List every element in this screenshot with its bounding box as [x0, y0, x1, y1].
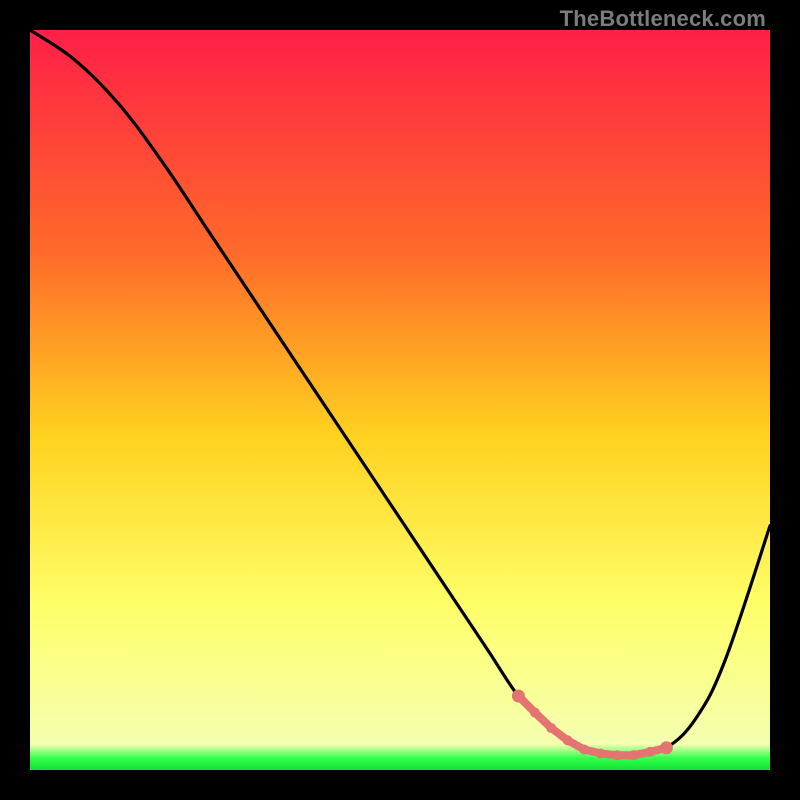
- optimal-range-marker: [645, 747, 655, 757]
- optimal-range-marker: [596, 749, 606, 759]
- optimal-range-marker: [563, 735, 573, 745]
- optimal-range-marker: [629, 750, 639, 760]
- optimal-range-marker: [579, 744, 589, 754]
- optimal-range-marker: [530, 707, 540, 717]
- optimal-range-marker: [660, 741, 673, 754]
- bottleneck-chart: [30, 30, 770, 770]
- chart-frame: [30, 30, 770, 770]
- optimal-range-marker: [546, 723, 556, 733]
- watermark-text: TheBottleneck.com: [560, 6, 766, 32]
- gradient-background: [30, 30, 770, 770]
- optimal-range-marker: [612, 750, 622, 760]
- optimal-range-marker: [512, 690, 525, 703]
